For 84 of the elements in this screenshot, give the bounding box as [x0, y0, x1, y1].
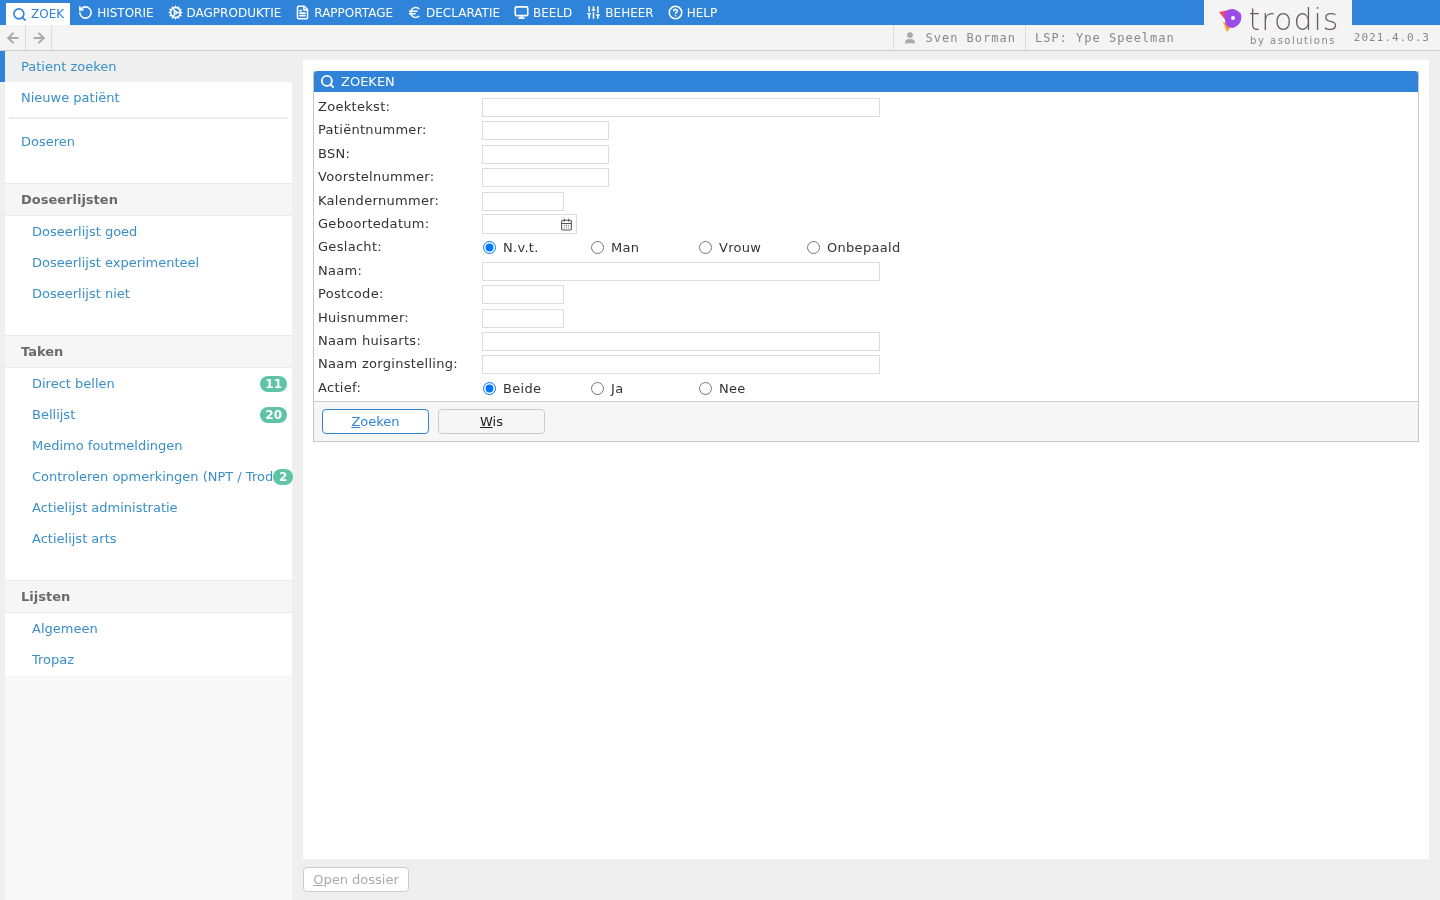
- menu-tab[interactable]: BEELD: [508, 0, 579, 25]
- panel-title: ZOEKEN: [341, 74, 395, 89]
- field-label: Naam:: [318, 261, 364, 280]
- radio-button[interactable]: [591, 381, 604, 395]
- document-icon: [295, 5, 311, 20]
- version-label: 2021.4.0.3: [1352, 30, 1431, 46]
- text-field[interactable]: [482, 121, 609, 141]
- count-badge: 2: [273, 468, 294, 485]
- sidebar-item[interactable]: Algemeen: [5, 613, 292, 644]
- sidebar-item[interactable]: Controleren opmerkingen (NPT / Trod 2: [5, 461, 292, 492]
- field-label: Voorstelnummer:: [318, 168, 436, 187]
- radio-button[interactable]: [807, 241, 820, 255]
- menu-tab[interactable]: HELP: [661, 0, 724, 25]
- sliders-icon: [586, 5, 602, 20]
- count-badge: 11: [260, 375, 287, 392]
- field-label: Naam huisarts:: [318, 332, 423, 351]
- text-field[interactable]: [482, 308, 564, 328]
- logo-name: trodis: [1248, 4, 1340, 35]
- sidebar-item[interactable]: Actielijst administratie: [5, 492, 292, 523]
- radio-label: Beide: [503, 380, 542, 396]
- menu-tab[interactable]: ZOEK: [6, 3, 71, 25]
- sidebar-item[interactable]: Bellijst 20: [5, 399, 292, 430]
- user-icon: [903, 30, 918, 45]
- field-label: Postcode:: [318, 285, 385, 304]
- section-heading: Taken: [5, 335, 292, 368]
- text-field[interactable]: [482, 332, 880, 352]
- date-field[interactable]: [482, 214, 577, 235]
- menu-tab[interactable]: HISTORIE: [72, 0, 160, 25]
- radio-label: Vrouw: [719, 240, 762, 256]
- radio-label: Nee: [719, 380, 746, 396]
- sidebar-item[interactable]: Doseerlijst niet: [5, 278, 292, 309]
- radio-button[interactable]: [591, 241, 604, 255]
- sidebar-item[interactable]: Patient zoeken: [0, 51, 292, 82]
- text-field[interactable]: [482, 191, 564, 211]
- sidebar-item[interactable]: Tropaz: [5, 644, 292, 675]
- text-field[interactable]: [482, 168, 609, 188]
- field-label: Kalendernummer:: [318, 191, 441, 210]
- sidebar-item[interactable]: Direct bellen 11: [5, 368, 292, 399]
- field-label: Geslacht:: [318, 238, 383, 257]
- field-label: Zoektekst:: [318, 98, 392, 116]
- field-label: Naam zorginstelling:: [318, 355, 460, 374]
- monitor-icon: [514, 5, 529, 20]
- radio-label: Onbepaald: [827, 240, 901, 256]
- sidebar-item[interactable]: Doseerlijst goed: [5, 216, 292, 247]
- field-label: Actief:: [318, 378, 363, 397]
- sidebar-item[interactable]: Actielijst arts: [5, 523, 292, 554]
- section-heading: Lijsten: [5, 580, 292, 613]
- menu-tab[interactable]: DAGPRODUKTIE: [161, 0, 288, 25]
- section-heading: Doseerlijsten: [5, 183, 292, 216]
- count-badge: 20: [260, 406, 287, 423]
- menu-tab[interactable]: BEHEER: [580, 0, 660, 25]
- menu-tab[interactable]: RAPPORTAGE: [289, 0, 400, 25]
- form-button[interactable]: Wis: [438, 409, 545, 435]
- arrow-right-icon: [30, 29, 47, 46]
- history-icon: [78, 5, 94, 20]
- gear-icon: [167, 5, 183, 20]
- radio-label: Man: [611, 240, 640, 256]
- search-icon: [320, 74, 335, 89]
- help-icon: [667, 5, 683, 20]
- text-field[interactable]: [482, 285, 564, 305]
- radio-button[interactable]: [699, 381, 712, 395]
- radio-button[interactable]: [483, 381, 496, 395]
- lsp-label: LSP: Ype Speelman: [1034, 30, 1175, 45]
- logo-tagline: by asolutions: [1250, 34, 1336, 46]
- user-name: Sven Borman: [925, 30, 1016, 45]
- radio-label: N.v.t.: [503, 240, 539, 256]
- form-button[interactable]: Zoeken: [322, 409, 429, 435]
- euro-icon: [407, 5, 423, 20]
- calendar-icon[interactable]: [560, 217, 573, 231]
- field-label: Patiëntnummer:: [318, 121, 428, 140]
- field-label: Geboortedatum:: [318, 215, 431, 234]
- text-field[interactable]: [482, 355, 880, 375]
- field-label: BSN:: [318, 144, 352, 163]
- radio-button[interactable]: [483, 241, 496, 255]
- sidebar-item[interactable]: Doseerlijst experimenteel: [5, 247, 292, 278]
- menu-tab[interactable]: DECLARATIE: [401, 0, 506, 25]
- text-field[interactable]: [482, 98, 880, 117]
- search-icon: [12, 6, 27, 22]
- radio-label: Ja: [611, 380, 624, 396]
- field-label: Huisnummer:: [318, 308, 410, 327]
- text-field[interactable]: [482, 144, 609, 164]
- text-field[interactable]: [482, 261, 880, 281]
- radio-button[interactable]: [699, 241, 712, 255]
- sidebar-item[interactable]: Medimo foutmeldingen: [5, 430, 292, 461]
